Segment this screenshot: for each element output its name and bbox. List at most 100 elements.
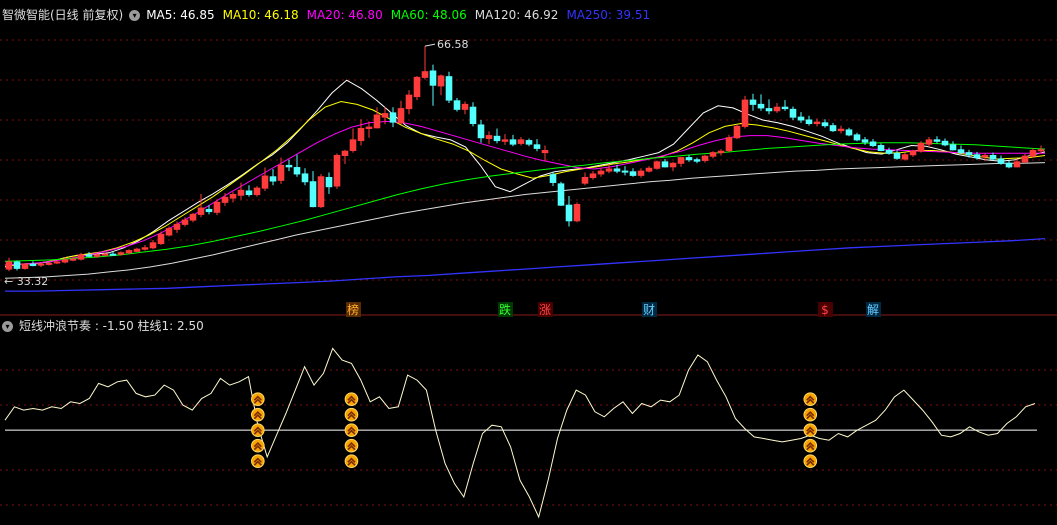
candle-body <box>797 116 805 121</box>
indicator-line <box>4 347 1036 519</box>
candle <box>373 107 381 129</box>
event-tag-text: 财 <box>643 303 655 317</box>
candle-body <box>229 194 237 199</box>
candle-body <box>53 261 61 264</box>
event-tag[interactable]: $ <box>818 302 833 317</box>
candle-body <box>597 170 605 175</box>
candle <box>733 124 741 140</box>
candle-body <box>733 125 741 139</box>
candle-body <box>277 164 285 181</box>
candle <box>429 64 437 106</box>
candle <box>229 191 237 203</box>
candle-body <box>757 103 765 109</box>
candle-body <box>269 176 277 182</box>
candle-body <box>357 128 365 142</box>
candle-body <box>181 219 189 225</box>
candle-body <box>93 254 101 257</box>
candle <box>757 94 765 111</box>
event-tag[interactable]: 榜 <box>346 302 361 317</box>
candle-body <box>485 135 493 139</box>
candle <box>485 131 493 145</box>
candle-body <box>85 254 93 257</box>
candle-body <box>829 125 837 132</box>
candle <box>677 156 685 167</box>
chevron-up-icon <box>251 407 265 422</box>
candle <box>645 166 653 173</box>
candle <box>669 161 677 172</box>
event-tag-text: 涨 <box>539 302 551 317</box>
candle <box>5 257 13 272</box>
candle-body <box>493 135 501 142</box>
candle <box>701 154 709 163</box>
candle <box>501 134 509 145</box>
event-tag[interactable]: 跌 <box>498 302 513 317</box>
candle <box>1005 160 1013 169</box>
candle-body <box>893 152 901 159</box>
candle <box>685 154 693 162</box>
candle-body <box>901 154 909 160</box>
low-price-label: ← 33.32 <box>4 275 48 288</box>
candle-body <box>389 112 397 123</box>
candle-body <box>13 261 21 269</box>
candle-body <box>421 71 429 78</box>
candle <box>21 263 29 270</box>
candle-body <box>909 150 917 156</box>
candle <box>773 102 781 113</box>
candle <box>581 172 589 186</box>
candle <box>333 153 341 189</box>
candle-body <box>205 208 213 213</box>
candle <box>877 143 885 152</box>
event-tag[interactable]: 财 <box>642 302 657 317</box>
candle-body <box>453 100 461 110</box>
candle-body <box>237 189 245 196</box>
event-tag-text: $ <box>821 303 829 317</box>
candle-body <box>781 106 789 110</box>
candle-body <box>61 259 69 263</box>
candle-body <box>397 108 405 124</box>
candlestick-chart[interactable]: 66.58 ← 33.32 榜 跌 涨 财 $ 解 <box>0 0 1057 525</box>
candle-body <box>285 164 293 168</box>
candle-body <box>549 174 557 183</box>
candle-body <box>445 76 453 101</box>
event-tag[interactable]: 解 <box>866 302 881 317</box>
candle-body <box>661 161 669 168</box>
candle-body <box>581 176 589 184</box>
candle <box>717 149 725 156</box>
candle-body <box>957 149 965 154</box>
candle <box>653 160 661 170</box>
candle-body <box>149 242 157 249</box>
candle <box>453 97 461 112</box>
candle-body <box>293 167 301 175</box>
candle-body <box>429 70 437 86</box>
candle <box>557 181 565 206</box>
candle-body <box>477 124 485 139</box>
candle-body <box>949 144 957 151</box>
candle-body <box>813 121 821 125</box>
candle-body <box>45 262 53 265</box>
candle-body <box>613 168 621 172</box>
candle-body <box>765 108 773 112</box>
event-tag[interactable]: 涨 <box>538 302 553 317</box>
candle-body <box>965 152 973 156</box>
candle <box>301 168 309 186</box>
candle <box>621 166 629 176</box>
candle <box>869 139 877 147</box>
candle-body <box>917 142 925 152</box>
candle <box>509 134 517 147</box>
candle <box>413 75 421 101</box>
candle-body <box>21 263 29 269</box>
candle-body <box>629 171 637 176</box>
candle-body <box>101 253 109 256</box>
candle <box>821 119 829 128</box>
candle <box>245 185 253 197</box>
candle <box>253 186 261 197</box>
candle-body <box>29 263 37 267</box>
candle <box>285 159 293 172</box>
candle-body <box>621 170 629 173</box>
candle-body <box>157 233 165 245</box>
candle <box>781 100 789 111</box>
candle-body <box>557 183 565 206</box>
candle-body <box>725 137 733 152</box>
ma-line-ma120 <box>4 162 1046 279</box>
candle-body <box>877 145 885 152</box>
